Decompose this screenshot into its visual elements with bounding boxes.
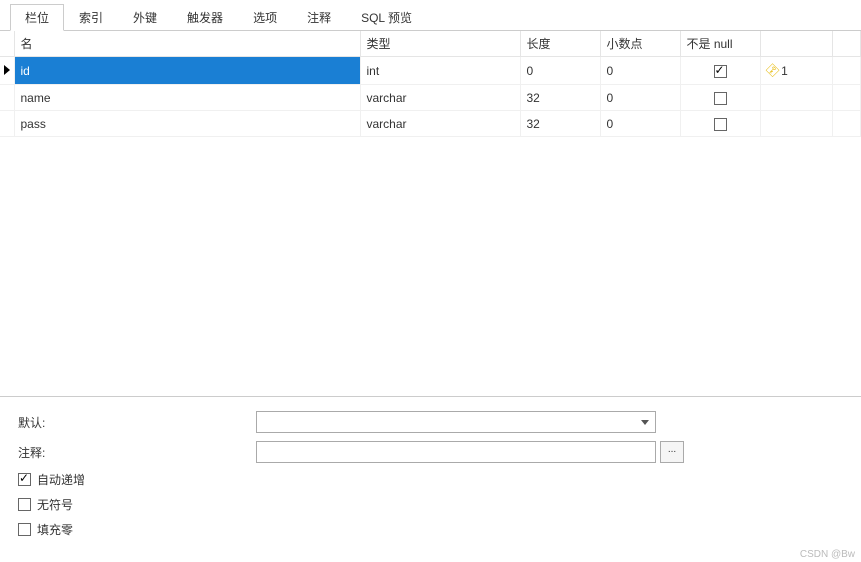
cell-name[interactable]: pass [14, 111, 360, 137]
col-header-filler [832, 31, 861, 57]
row-indicator [0, 111, 14, 137]
table-row[interactable]: idint00⚿1 [0, 57, 861, 85]
key-icon: ⚿ [762, 61, 782, 81]
cell-length[interactable]: 0 [520, 57, 600, 85]
not-null-checkbox[interactable] [714, 65, 727, 78]
tab-foreign-keys[interactable]: 外键 [118, 4, 172, 31]
auto-increment-label: 自动递增 [37, 471, 85, 488]
auto-increment-checkbox[interactable] [18, 473, 31, 486]
not-null-checkbox[interactable] [714, 118, 727, 131]
cell-name[interactable]: name [14, 85, 360, 111]
cell-type[interactable]: varchar [360, 111, 520, 137]
tabs-bar: 栏位 索引 外键 触发器 选项 注释 SQL 预览 [0, 0, 861, 31]
col-header-type[interactable]: 类型 [360, 31, 520, 57]
zerofill-checkbox[interactable] [18, 523, 31, 536]
comment-input[interactable] [256, 441, 656, 463]
table-row[interactable]: namevarchar320 [0, 85, 861, 111]
cell-filler [832, 85, 861, 111]
col-header-key[interactable] [760, 31, 832, 57]
cell-name[interactable]: id [14, 57, 360, 85]
zerofill-label: 填充零 [37, 521, 73, 538]
cell-length[interactable]: 32 [520, 85, 600, 111]
tab-triggers[interactable]: 触发器 [172, 4, 238, 31]
triangle-right-icon [4, 65, 10, 75]
row-indicator [0, 85, 14, 111]
cell-decimals[interactable]: 0 [600, 57, 680, 85]
col-header-notnull[interactable]: 不是 null [680, 31, 760, 57]
default-label: 默认: [18, 414, 256, 431]
tab-comments[interactable]: 注释 [292, 4, 346, 31]
watermark: CSDN @Bw [800, 549, 855, 560]
table-row[interactable]: passvarchar320 [0, 111, 861, 137]
cell-type[interactable]: int [360, 57, 520, 85]
cell-filler [832, 111, 861, 137]
tab-sql-preview[interactable]: SQL 预览 [346, 4, 427, 31]
col-header-name[interactable]: 名 [14, 31, 360, 57]
cell-not-null[interactable] [680, 111, 760, 137]
table-empty-area [0, 137, 861, 337]
tab-indexes[interactable]: 索引 [64, 4, 118, 31]
tab-fields[interactable]: 栏位 [10, 4, 64, 31]
field-details-panel: 默认: 注释: ... 自动递增 无符号 填充零 [0, 396, 861, 552]
fields-table[interactable]: 名 类型 长度 小数点 不是 null idint00⚿1namevarchar… [0, 31, 861, 137]
cell-decimals[interactable]: 0 [600, 111, 680, 137]
cell-not-null[interactable] [680, 57, 760, 85]
cell-primary-key[interactable] [760, 111, 832, 137]
comment-more-button[interactable]: ... [660, 441, 684, 463]
fields-table-container: 名 类型 长度 小数点 不是 null idint00⚿1namevarchar… [0, 31, 861, 337]
cell-primary-key[interactable]: ⚿1 [760, 57, 832, 85]
default-combo[interactable] [256, 411, 656, 433]
cell-type[interactable]: varchar [360, 85, 520, 111]
cell-filler [832, 57, 861, 85]
not-null-checkbox[interactable] [714, 92, 727, 105]
unsigned-checkbox[interactable] [18, 498, 31, 511]
comment-label: 注释: [18, 444, 256, 461]
cell-length[interactable]: 32 [520, 111, 600, 137]
col-header-decimals[interactable]: 小数点 [600, 31, 680, 57]
unsigned-label: 无符号 [37, 496, 73, 513]
cell-decimals[interactable]: 0 [600, 85, 680, 111]
row-indicator [0, 57, 14, 85]
primary-key-order: 1 [781, 64, 788, 78]
col-header-length[interactable]: 长度 [520, 31, 600, 57]
cell-not-null[interactable] [680, 85, 760, 111]
cell-primary-key[interactable] [760, 85, 832, 111]
col-header-indicator [0, 31, 14, 57]
tab-options[interactable]: 选项 [238, 4, 292, 31]
